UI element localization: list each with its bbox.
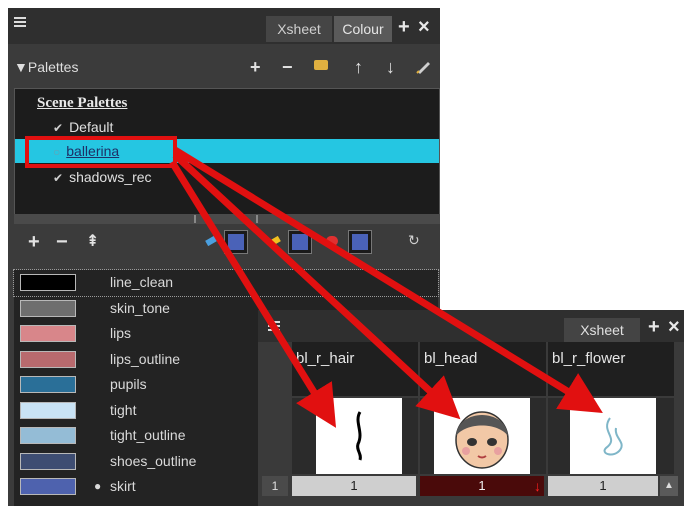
- colour-name: skin_tone: [110, 299, 170, 316]
- colour-swatch: [20, 299, 76, 317]
- pencil-icon[interactable]: [205, 235, 217, 247]
- colour-swatch: [20, 350, 76, 368]
- palette-item-default[interactable]: ✔ Default: [15, 115, 439, 139]
- edit-pen-icon[interactable]: [416, 60, 432, 79]
- column-header-bl-r-hair[interactable]: bl_r_hair: [292, 342, 418, 396]
- colour-swatch: [20, 401, 76, 419]
- tab-colour[interactable]: Colour: [334, 16, 392, 42]
- lock-icon: ○: [53, 145, 61, 159]
- add-panel-button[interactable]: +: [398, 14, 410, 40]
- column-thumbnail-head: [420, 398, 546, 474]
- palettes-toolbar: ▼Palettes + − ↑ ↓: [8, 58, 440, 86]
- hair-thumbnail-icon: [356, 411, 362, 461]
- colour-name: shoes_outline: [110, 452, 197, 469]
- brush-colour-button[interactable]: [288, 230, 312, 254]
- colour-name: line_clean: [110, 274, 174, 290]
- colour-name: tight_outline: [110, 427, 186, 443]
- move-palette-up-button[interactable]: ↑: [354, 58, 363, 76]
- xsheet-panel: Xsheet + × bl_r_hair bl_head bl_r_flower…: [258, 310, 684, 506]
- remove-palette-button[interactable]: −: [282, 58, 293, 76]
- column-header-bl-head[interactable]: bl_head: [420, 342, 546, 396]
- used-marker-icon: ●: [94, 479, 102, 493]
- column-header-bl-r-flower[interactable]: bl_r_flower: [548, 342, 674, 396]
- colour-swatch: [20, 274, 76, 291]
- colour-swatch: [20, 376, 76, 393]
- current-frame-marker-icon: ↓: [534, 478, 541, 494]
- tab-xsheet[interactable]: Xsheet: [564, 318, 640, 342]
- check-icon: ✔: [53, 121, 64, 135]
- panel-menu-icon[interactable]: [14, 16, 28, 30]
- palette-item-ballerina[interactable]: ○ ballerina: [15, 139, 439, 163]
- xsheet-menu-icon[interactable]: [268, 320, 282, 334]
- frame-cell-hair[interactable]: 1: [292, 476, 416, 496]
- column-thumbnail-flower: [548, 398, 674, 474]
- colour-options-icon[interactable]: ⇞: [86, 232, 99, 252]
- remove-colour-button[interactable]: −: [56, 232, 68, 252]
- paint-colour-button[interactable]: [348, 230, 372, 254]
- add-panel-button[interactable]: +: [648, 314, 660, 340]
- colour-name: tight: [110, 401, 137, 418]
- scroll-up-button[interactable]: ▲: [660, 476, 678, 496]
- colour-swatch: [20, 325, 76, 342]
- xsheet-titlebar: Xsheet + ×: [258, 310, 684, 342]
- colour-swatch: [20, 478, 76, 495]
- add-palette-button[interactable]: +: [250, 58, 261, 76]
- column-thumbnail-hair: [292, 398, 418, 474]
- paint-icon[interactable]: [326, 236, 338, 246]
- swatch-toolbar: + − ⇞ ↻: [8, 230, 440, 258]
- pencil-colour-button[interactable]: [224, 230, 248, 254]
- close-panel-button[interactable]: ×: [418, 14, 430, 40]
- colour-name: pupils: [110, 376, 147, 392]
- head-thumbnail-icon: [455, 411, 509, 469]
- folder-icon[interactable]: [314, 60, 328, 70]
- flower-thumbnail-icon: [603, 417, 623, 456]
- frame-cell-flower[interactable]: 1: [548, 476, 658, 496]
- colour-name: skirt: [110, 478, 136, 494]
- close-panel-button[interactable]: ×: [668, 314, 680, 340]
- row-number: 1: [262, 476, 288, 496]
- add-colour-button[interactable]: +: [28, 232, 40, 252]
- colour-name: lips: [110, 325, 132, 341]
- colour-row-line-clean[interactable]: line_clean: [13, 269, 439, 297]
- scene-palettes-header: Scene Palettes: [37, 95, 128, 111]
- frame-cell-head[interactable]: 1: [420, 476, 544, 496]
- sync-icon[interactable]: ↻: [408, 232, 420, 249]
- move-palette-down-button[interactable]: ↓: [386, 58, 395, 76]
- palette-list: Scene Palettes ✔ Default ○ ballerina ✔ shad…: [14, 88, 440, 216]
- tab-xsheet[interactable]: Xsheet: [266, 16, 332, 42]
- check-icon: ✔: [53, 171, 64, 185]
- colour-name: lips_outline: [110, 350, 181, 367]
- palettes-label[interactable]: ▼Palettes: [14, 58, 78, 76]
- panel-splitter[interactable]: [14, 214, 440, 224]
- panel-titlebar: Xsheet Colour + ×: [8, 8, 440, 44]
- brush-icon[interactable]: [269, 235, 281, 247]
- colour-swatch: [20, 427, 76, 444]
- colour-swatch: [20, 452, 76, 470]
- palette-item-shadows-rec[interactable]: ✔ shadows_rec: [15, 165, 439, 189]
- triangle-down-icon: ▼: [14, 59, 28, 75]
